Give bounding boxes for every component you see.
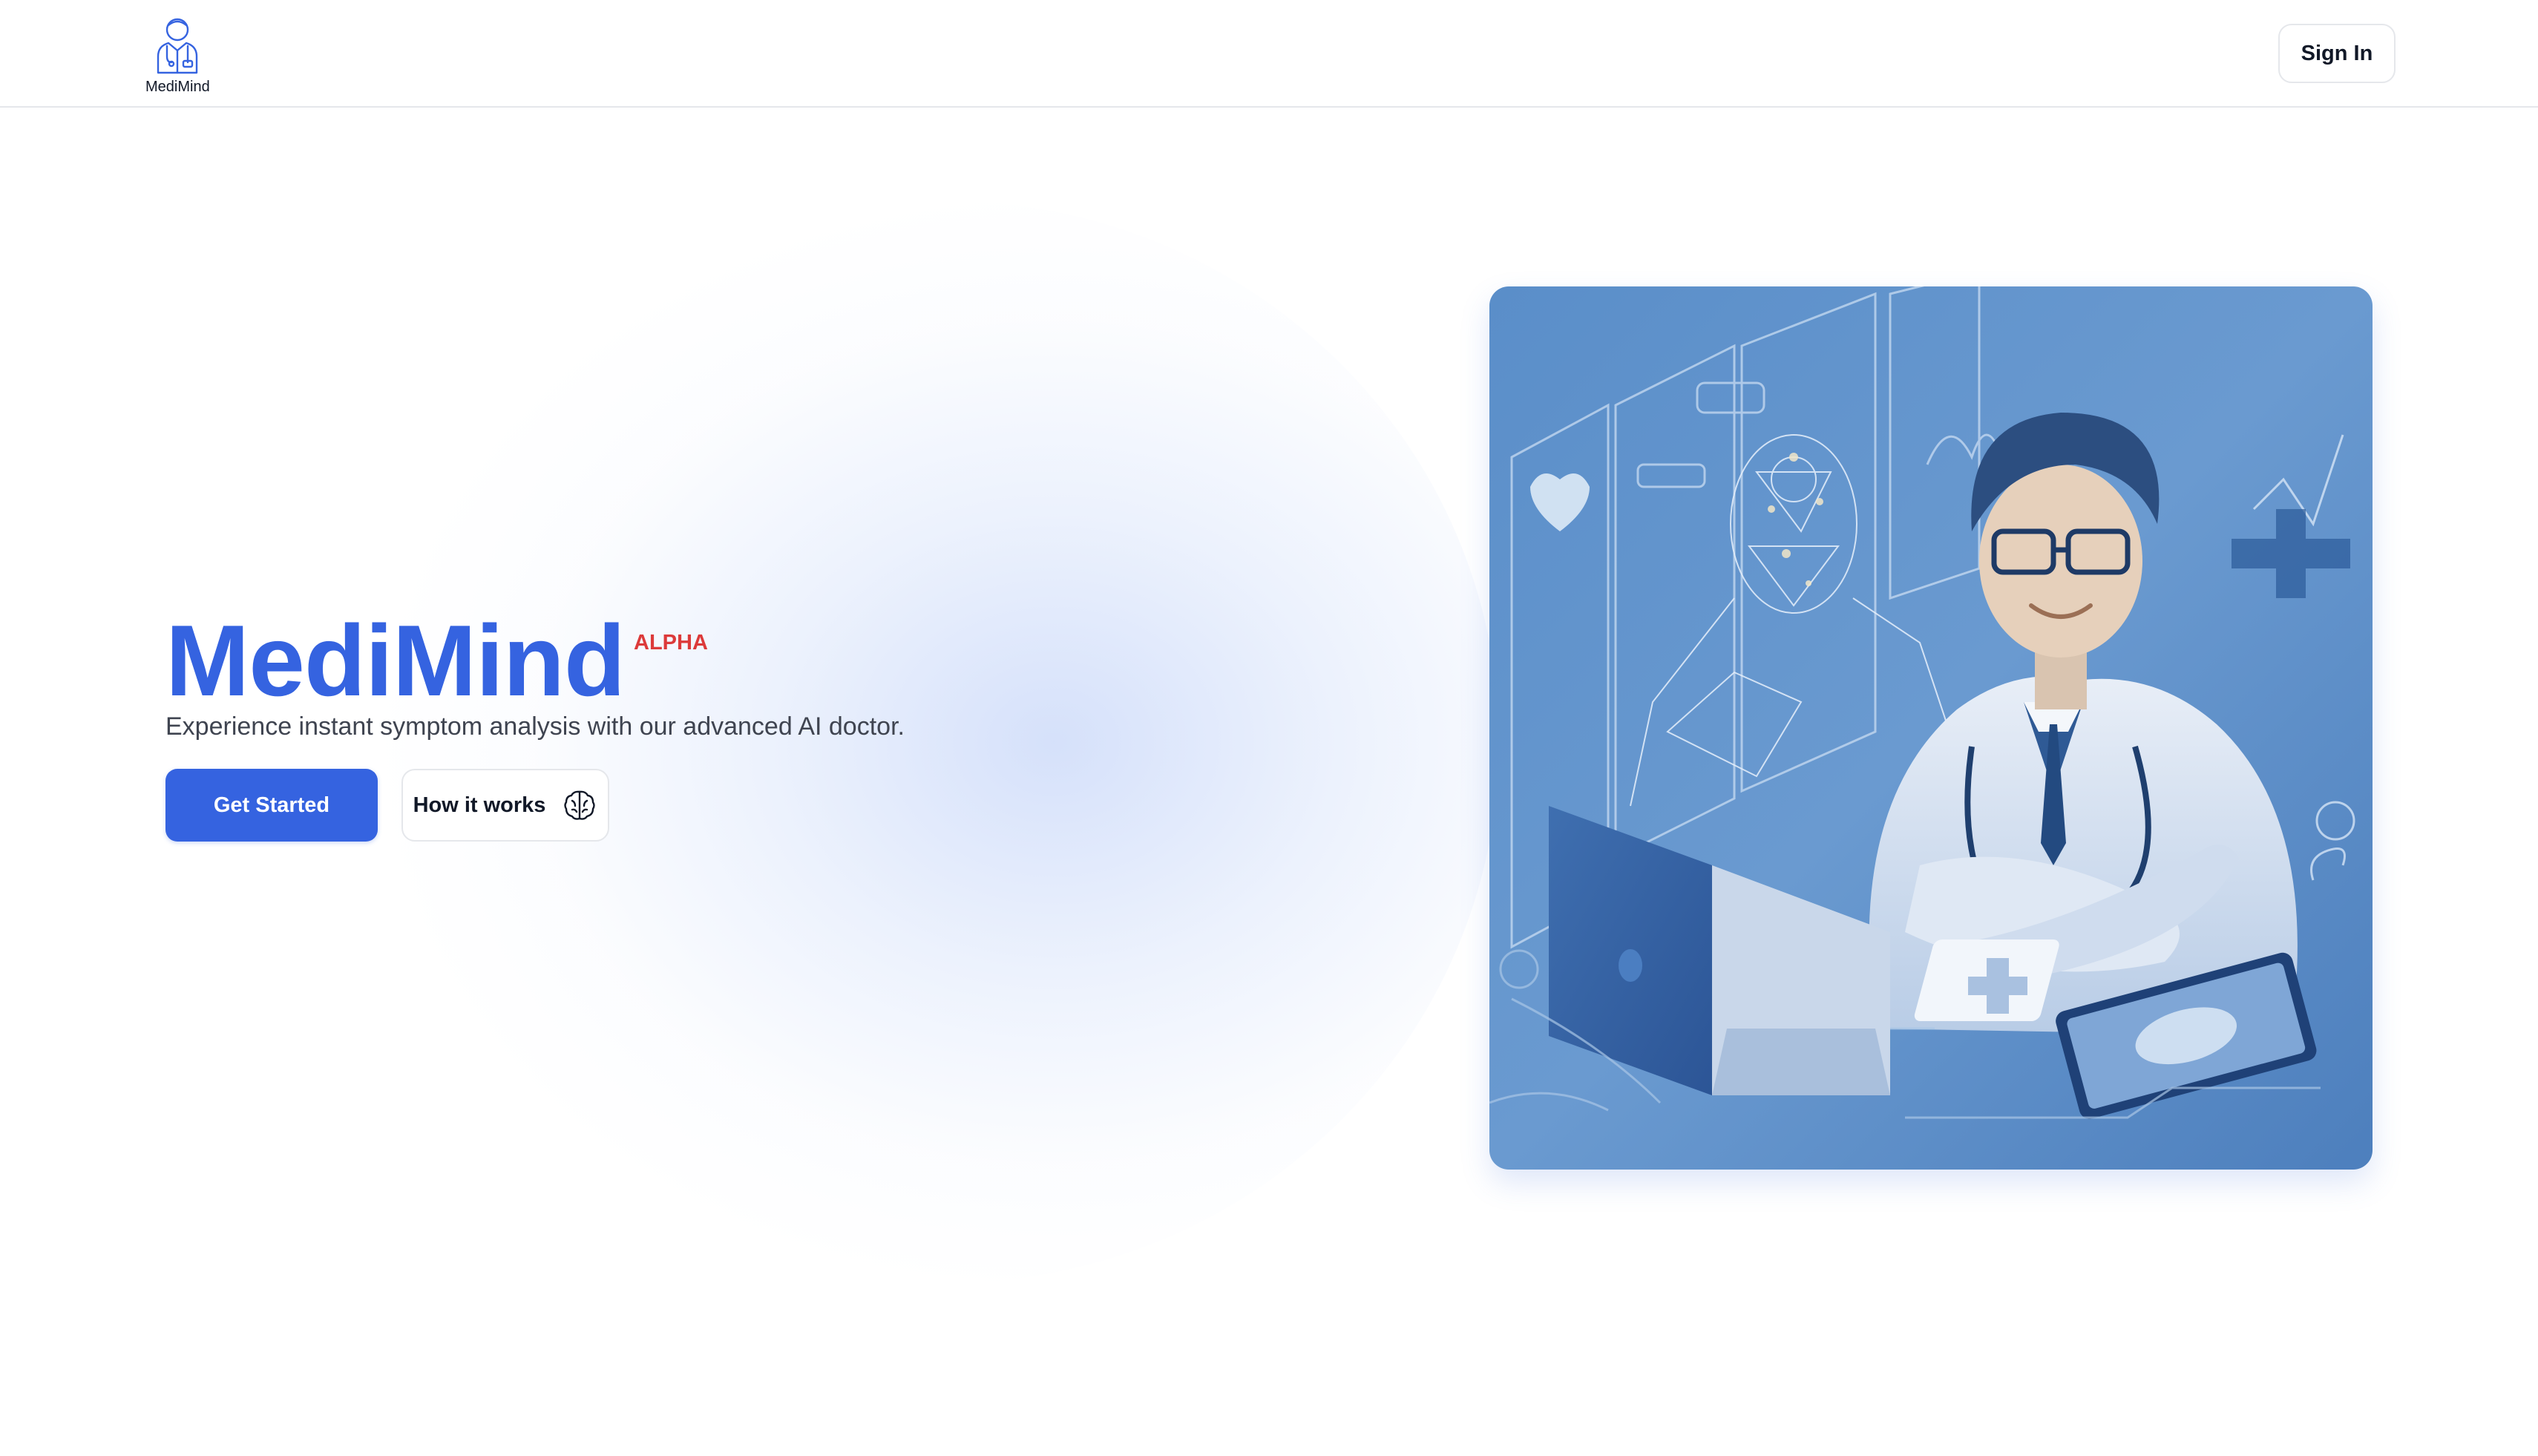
- hero-title: MediMind: [165, 604, 626, 717]
- hero-illustration: [1489, 286, 2373, 1170]
- sign-in-button[interactable]: Sign In: [2278, 24, 2396, 83]
- hero-section: MediMind ALPHA Experience instant sympto…: [165, 609, 905, 741]
- ai-doctor-illustration: [1489, 286, 2373, 1170]
- hero-subtitle: Experience instant symptom analysis with…: [165, 712, 905, 741]
- how-it-works-button[interactable]: How it works: [401, 769, 609, 842]
- get-started-button[interactable]: Get Started: [165, 769, 378, 842]
- top-navbar: MediMind Sign In: [0, 0, 2538, 108]
- doctor-logo-icon: [157, 18, 198, 74]
- hero-actions: Get Started How it works: [165, 769, 609, 842]
- logo-label: MediMind: [145, 79, 210, 95]
- background-glow: [386, 200, 1499, 1284]
- brain-icon: [564, 790, 596, 820]
- logo[interactable]: MediMind: [145, 13, 210, 96]
- title-row: MediMind ALPHA: [165, 609, 905, 712]
- alpha-badge: ALPHA: [634, 631, 708, 655]
- how-it-works-label: How it works: [413, 793, 546, 817]
